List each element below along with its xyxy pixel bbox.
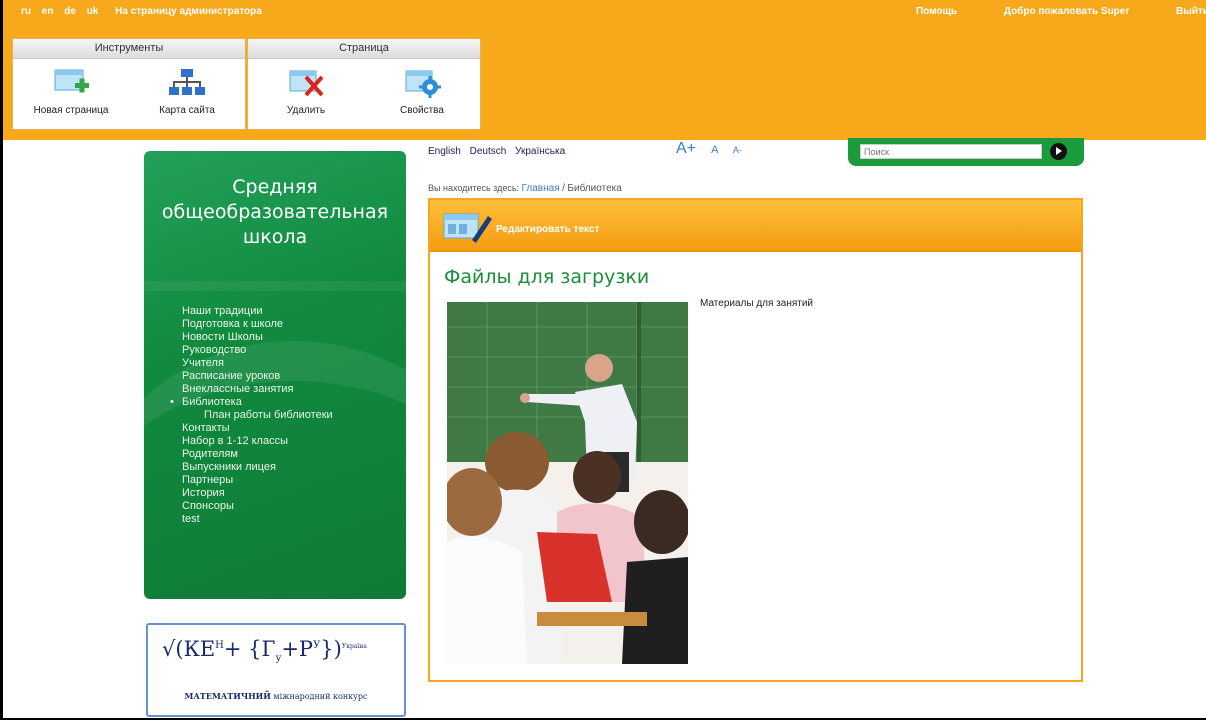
admin-language-links: ru en de uk На страницу администратора <box>21 6 270 17</box>
sidebar-item-contacts[interactable]: Контакты <box>182 422 333 435</box>
lang-de-link[interactable]: de <box>64 6 76 17</box>
help-link[interactable]: Помощь <box>916 6 957 17</box>
new-page-icon <box>54 69 89 93</box>
sidebar-item-extracurricular[interactable]: Внеклассные занятия <box>182 383 333 396</box>
lang-uk-link[interactable]: uk <box>87 6 99 17</box>
sidebar-item-schedule[interactable]: Расписание уроков <box>182 370 333 383</box>
sidebar-item-library[interactable]: Библиотека <box>170 396 333 409</box>
new-page-label: Новая страница <box>33 105 109 116</box>
sidebar-item-school-prep[interactable]: Подготовка к школе <box>182 318 333 331</box>
banner-caption-rest: міжнародний конкурс <box>273 692 368 701</box>
delete-page-button[interactable]: Удалить <box>261 67 351 116</box>
breadcrumb: Вы находитесь здесь: Главная / Библиотек… <box>428 183 622 194</box>
language-switch: English Deutsch Українська <box>428 146 571 157</box>
lang-ukrainian-link[interactable]: Українська <box>515 146 565 157</box>
tools-panel: Инструменты Новая страница Карта сайта <box>12 38 246 130</box>
content-text: Материалы для занятий <box>700 298 814 309</box>
search-input[interactable] <box>860 144 1042 159</box>
sidebar-item-traditions[interactable]: Наши традиции <box>182 305 333 318</box>
main-content: Редактировать текст Файлы для загрузки М… <box>428 198 1083 682</box>
sidebar-item-history[interactable]: История <box>182 487 333 500</box>
banner-tiny-label: Україна <box>341 643 367 650</box>
banner-caption-bold: МАТЕМАТИЧНИЙ <box>184 691 271 701</box>
lang-ru-link[interactable]: ru <box>21 6 31 17</box>
sidebar-item-sponsors[interactable]: Спонсоры <box>182 500 333 513</box>
edit-text-label: Редактировать текст <box>496 224 600 235</box>
school-title: Средняя общеобразовательная школа <box>144 175 406 250</box>
tools-panel-title: Инструменты <box>13 39 245 59</box>
lang-en-link[interactable]: en <box>42 6 54 17</box>
welcome-user-link[interactable]: Добро пожаловать Super <box>1004 6 1129 17</box>
sidebar-item-library-plan[interactable]: План работы библиотеки <box>182 409 333 422</box>
math-contest-banner[interactable]: √(КЕH+ {Гу+РУ})Україна МАТЕМАТИЧНИЙ міжн… <box>146 623 406 717</box>
site-sidebar: Средняя общеобразовательная школа Наши т… <box>144 151 406 599</box>
school-title-line: общеобразовательная <box>161 201 389 223</box>
school-title-line: Средняя <box>232 176 318 198</box>
breadcrumb-separator: / <box>562 183 565 194</box>
sidebar-item-graduates[interactable]: Выпускники лицея <box>182 461 333 474</box>
sitemap-icon <box>169 69 205 95</box>
banner-caption: МАТЕМАТИЧНИЙ міжнародний конкурс <box>148 691 404 701</box>
edit-text-icon <box>443 213 492 243</box>
page-title: Файлы для загрузки <box>444 266 650 288</box>
admin-page-link[interactable]: На страницу администратора <box>115 6 262 17</box>
properties-label: Свойства <box>400 105 444 116</box>
breadcrumb-home-link[interactable]: Главная <box>522 183 560 194</box>
sidebar-item-partners[interactable]: Партнеры <box>182 474 333 487</box>
banner-formula-main: √(КЕ <box>162 637 216 661</box>
gear-icon <box>405 70 441 98</box>
sidebar-band <box>144 281 406 291</box>
new-page-button[interactable]: Новая страница <box>26 67 116 116</box>
sidebar-item-management[interactable]: Руководство <box>182 344 333 357</box>
delete-label: Удалить <box>286 105 326 116</box>
font-size-small-button[interactable]: A- <box>733 145 742 155</box>
user-links: Помощь Добро пожаловать Super Выйти <box>872 6 1206 17</box>
sidebar-item-test[interactable]: test <box>182 513 333 526</box>
lang-deutsch-link[interactable]: Deutsch <box>470 146 507 157</box>
sitemap-label: Карта сайта <box>159 105 215 116</box>
sidebar-item-enrollment[interactable]: Набор в 1-12 классы <box>182 435 333 448</box>
sitemap-button[interactable]: Карта сайта <box>142 67 232 116</box>
sidebar-menu: Наши традиции Подготовка к школе Новости… <box>170 305 333 526</box>
page-panel-title: Страница <box>248 39 480 59</box>
school-title-line: школа <box>242 226 308 248</box>
font-size-normal-button[interactable]: A <box>711 144 718 156</box>
sidebar-item-teachers[interactable]: Учителя <box>182 357 333 370</box>
breadcrumb-current: Библиотека <box>567 183 622 194</box>
logout-link[interactable]: Выйти <box>1176 6 1206 17</box>
breadcrumb-prefix: Вы находитесь здесь: <box>428 183 520 193</box>
sidebar-item-news[interactable]: Новости Школы <box>182 331 333 344</box>
delete-icon <box>289 70 324 97</box>
banner-formula: √(КЕH+ {Гу+РУ})Україна <box>162 637 367 665</box>
font-size-large-button[interactable]: A+ <box>676 140 696 157</box>
properties-button[interactable]: Свойства <box>377 67 467 116</box>
page-panel: Страница Удалить Свойства <box>247 38 481 130</box>
admin-toolbar: ru en de uk На страницу администратора П… <box>3 0 1206 140</box>
edit-text-bar[interactable]: Редактировать текст <box>430 200 1081 252</box>
lang-english-link[interactable]: English <box>428 146 461 157</box>
classroom-photo <box>447 302 688 664</box>
font-size-controls: A+ A A- <box>676 140 742 158</box>
search-box <box>848 138 1084 166</box>
search-go-button[interactable] <box>1050 143 1067 160</box>
sidebar-item-parents[interactable]: Родителям <box>182 448 333 461</box>
